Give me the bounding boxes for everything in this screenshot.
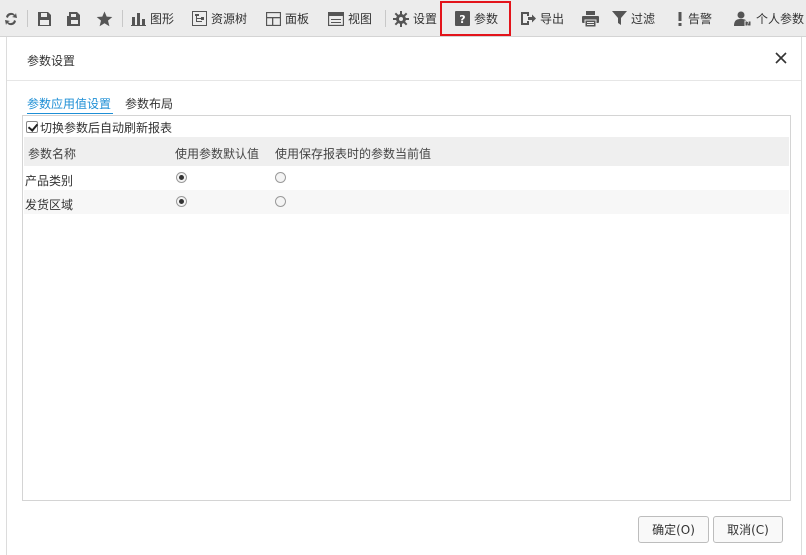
export-icon (521, 12, 536, 25)
param-values-panel: 切换参数后自动刷新报表 参数名称 使用参数默认值 使用保存报表时的参数当前值 产… (22, 115, 791, 501)
filter-icon (612, 11, 627, 25)
params-settings-dialog: 参数设置 参数应用值设置 参数布局 切换参数后自动刷新报表 参数名称 使用参数默… (6, 37, 802, 555)
use-saved-radio[interactable] (275, 196, 286, 207)
refresh-icon (5, 12, 17, 25)
column-header-use-saved: 使用保存报表时的参数当前值 (275, 147, 432, 161)
chart-label: 图形 (150, 12, 175, 26)
gear-icon (393, 10, 409, 27)
print-button[interactable] (582, 0, 599, 37)
auto-refresh-label: 切换参数后自动刷新报表 (40, 120, 173, 135)
close-icon (775, 52, 787, 64)
personal-params-label: 个人参数 (756, 12, 805, 26)
filter-button[interactable]: 过滤 (612, 0, 655, 37)
save-icon (38, 11, 51, 26)
toolbar: 图形 资源树 面板 视图 设置 ? 参数 导出 过滤 告警 ? 个人参数 (0, 0, 806, 37)
filter-label: 过滤 (631, 12, 656, 26)
refresh-button[interactable] (4, 0, 18, 37)
alert-label: 告警 (688, 12, 713, 26)
resource-tree-label: 资源树 (211, 12, 248, 26)
view-label: 视图 (348, 12, 373, 26)
table-row: 产品类别 (24, 166, 789, 190)
param-name-cell: 发货区域 (25, 198, 74, 212)
settings-button[interactable]: 设置 (393, 0, 437, 37)
svg-text:?: ? (747, 21, 750, 27)
exclamation-icon (678, 12, 682, 26)
personal-params-button[interactable]: ? 个人参数 (734, 0, 804, 37)
favorite-button[interactable] (96, 0, 113, 37)
save-as-icon (67, 11, 80, 26)
tab-param-values[interactable]: 参数应用值设置 (27, 95, 111, 112)
use-default-radio[interactable] (176, 196, 187, 207)
view-icon (328, 11, 344, 26)
close-button[interactable] (773, 50, 789, 66)
column-header-param-name: 参数名称 (28, 147, 77, 161)
panel-icon (266, 11, 281, 26)
auto-refresh-checkbox[interactable] (26, 121, 38, 133)
toolbar-separator (122, 10, 123, 27)
use-default-radio[interactable] (176, 172, 187, 183)
resource-tree-button[interactable]: 资源树 (192, 0, 247, 37)
panel-label: 面板 (285, 12, 310, 26)
toolbar-separator (27, 10, 28, 27)
tab-param-layout[interactable]: 参数布局 (125, 95, 173, 112)
bar-chart-icon (131, 12, 146, 26)
tree-icon (192, 11, 207, 26)
user-settings-icon: ? (734, 11, 752, 27)
panel-button[interactable]: 面板 (266, 0, 309, 37)
use-saved-radio[interactable] (275, 172, 286, 183)
save-as-button[interactable] (66, 0, 82, 37)
view-button[interactable]: 视图 (328, 0, 372, 37)
table-header: 参数名称 使用参数默认值 使用保存报表时的参数当前值 (24, 137, 789, 166)
auto-refresh-option[interactable]: 切换参数后自动刷新报表 (26, 119, 172, 135)
params-highlight-box (440, 1, 511, 36)
star-icon (96, 11, 113, 26)
active-tab-indicator (27, 113, 113, 114)
export-label: 导出 (540, 12, 565, 26)
param-name-cell: 产品类别 (25, 174, 74, 188)
cancel-button[interactable]: 取消(C) (713, 516, 783, 543)
alert-button[interactable]: 告警 (676, 0, 712, 37)
ok-button[interactable]: 确定(O) (638, 516, 709, 543)
printer-icon (582, 10, 599, 27)
table-row: 发货区域 (24, 190, 789, 214)
dialog-title: 参数设置 (27, 54, 76, 68)
chart-button[interactable]: 图形 (131, 0, 174, 37)
settings-label: 设置 (413, 12, 438, 26)
column-header-use-default: 使用参数默认值 (175, 147, 260, 161)
export-button[interactable]: 导出 (520, 0, 564, 37)
dialog-header: 参数设置 (7, 37, 801, 81)
save-button[interactable] (37, 0, 52, 37)
toolbar-separator (385, 10, 386, 27)
